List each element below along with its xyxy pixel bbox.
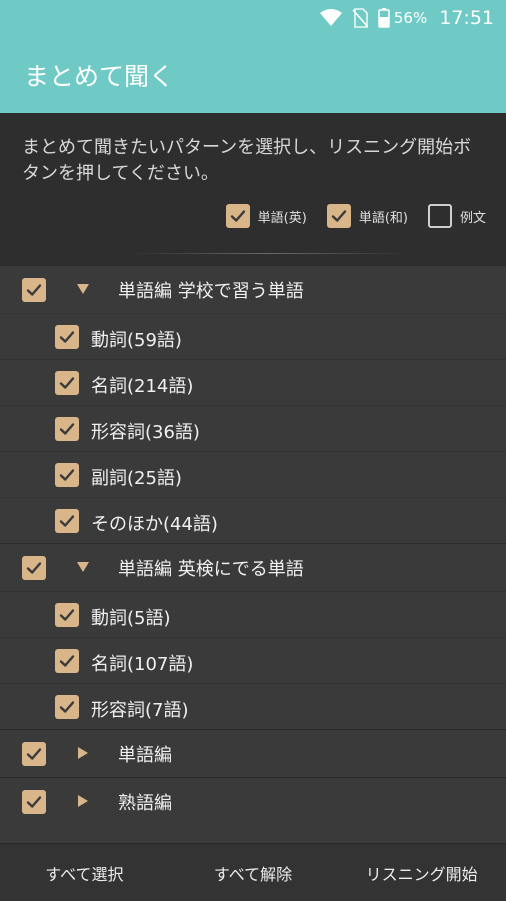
item-checkbox[interactable] bbox=[55, 325, 79, 349]
group-label: 熟語編 bbox=[118, 792, 172, 814]
page-title: まとめて聞く bbox=[24, 61, 175, 91]
item-checkbox[interactable] bbox=[55, 695, 79, 719]
item-label: 形容詞(7語) bbox=[91, 700, 189, 721]
start-listening-button[interactable]: リスニング開始 bbox=[337, 861, 506, 885]
item-checkbox[interactable] bbox=[55, 649, 79, 673]
item-label: 名詞(107語) bbox=[91, 654, 194, 675]
instruction-text: まとめて聞きたいパターンを選択し、リスニング開始ボタンを押してください。 bbox=[22, 137, 472, 184]
list-item[interactable]: 形容詞(36語) bbox=[0, 405, 506, 451]
item-checkbox[interactable] bbox=[55, 371, 79, 395]
expand-right-icon[interactable] bbox=[75, 793, 91, 809]
divider bbox=[130, 253, 410, 254]
status-time: 17:51 bbox=[439, 7, 494, 29]
item-label: 動詞(59語) bbox=[91, 330, 182, 351]
audio-option[interactable]: 単語(和) bbox=[326, 204, 408, 228]
item-label: そのほか(44語) bbox=[91, 514, 218, 535]
bottom-action-bar: すべて選択 すべて解除 リスニング開始 bbox=[0, 843, 506, 901]
select-all-button[interactable]: すべて選択 bbox=[0, 861, 169, 885]
option-checkbox[interactable] bbox=[225, 204, 250, 228]
list-item[interactable]: 形容詞(7語) bbox=[0, 683, 506, 729]
item-label: 名詞(214語) bbox=[91, 376, 194, 397]
group-row[interactable]: 単語編 英検にでる単語 bbox=[0, 543, 506, 591]
item-checkbox[interactable] bbox=[55, 417, 79, 441]
option-label: 例文 bbox=[459, 210, 486, 226]
group-label: 単語編 学校で習う単語 bbox=[118, 280, 304, 302]
expand-down-icon[interactable] bbox=[75, 559, 91, 575]
group-checkbox[interactable] bbox=[22, 556, 46, 580]
expand-down-icon[interactable] bbox=[75, 281, 91, 297]
group-checkbox[interactable] bbox=[22, 742, 46, 766]
group-row[interactable]: 単語編 学校で習う単語 bbox=[0, 265, 506, 313]
item-label: 形容詞(36語) bbox=[91, 422, 200, 443]
item-label: 動詞(5語) bbox=[91, 608, 171, 629]
category-list: 単語編 学校で習う単語動詞(59語) 名詞(214語) 形容詞(36語) 副詞(25語… bbox=[0, 265, 506, 825]
group-checkbox[interactable] bbox=[22, 790, 46, 814]
item-label: 副詞(25語) bbox=[91, 468, 182, 489]
option-label: 単語(和) bbox=[358, 210, 408, 226]
list-item[interactable]: 名詞(214語) bbox=[0, 359, 506, 405]
group-label: 単語編 英検にでる単語 bbox=[118, 558, 304, 580]
group-checkbox[interactable] bbox=[22, 278, 46, 302]
app-bar: まとめて聞く bbox=[0, 36, 506, 113]
list-item[interactable]: 名詞(107語) bbox=[0, 637, 506, 683]
option-checkbox[interactable] bbox=[427, 204, 452, 228]
group-row[interactable]: 熟語編 bbox=[0, 777, 506, 825]
audio-options: 単語(英) 単語(和) 例文 bbox=[206, 204, 486, 228]
audio-option[interactable]: 例文 bbox=[427, 204, 486, 228]
instruction-panel: まとめて聞きたいパターンを選択し、リスニング開始ボタンを押してください。 単語(… bbox=[0, 113, 506, 265]
expand-right-icon[interactable] bbox=[75, 745, 91, 761]
battery-percent: 56% bbox=[393, 9, 428, 27]
list-item[interactable]: そのほか(44語) bbox=[0, 497, 506, 543]
option-checkbox[interactable] bbox=[326, 204, 351, 228]
item-checkbox[interactable] bbox=[55, 603, 79, 627]
option-label: 単語(英) bbox=[257, 210, 307, 226]
wifi-icon bbox=[319, 9, 342, 27]
item-checkbox[interactable] bbox=[55, 509, 79, 533]
audio-option[interactable]: 単語(英) bbox=[225, 204, 307, 228]
list-item[interactable]: 副詞(25語) bbox=[0, 451, 506, 497]
group-row[interactable]: 単語編 bbox=[0, 729, 506, 777]
list-item[interactable]: 動詞(5語) bbox=[0, 591, 506, 637]
deselect-all-button[interactable]: すべて解除 bbox=[169, 861, 338, 885]
no-sim-icon bbox=[352, 8, 368, 28]
battery-icon bbox=[378, 8, 390, 28]
list-item[interactable]: 動詞(59語) bbox=[0, 313, 506, 359]
item-checkbox[interactable] bbox=[55, 463, 79, 487]
group-label: 単語編 bbox=[118, 744, 172, 766]
status-bar: 56% 17:51 bbox=[0, 0, 506, 36]
